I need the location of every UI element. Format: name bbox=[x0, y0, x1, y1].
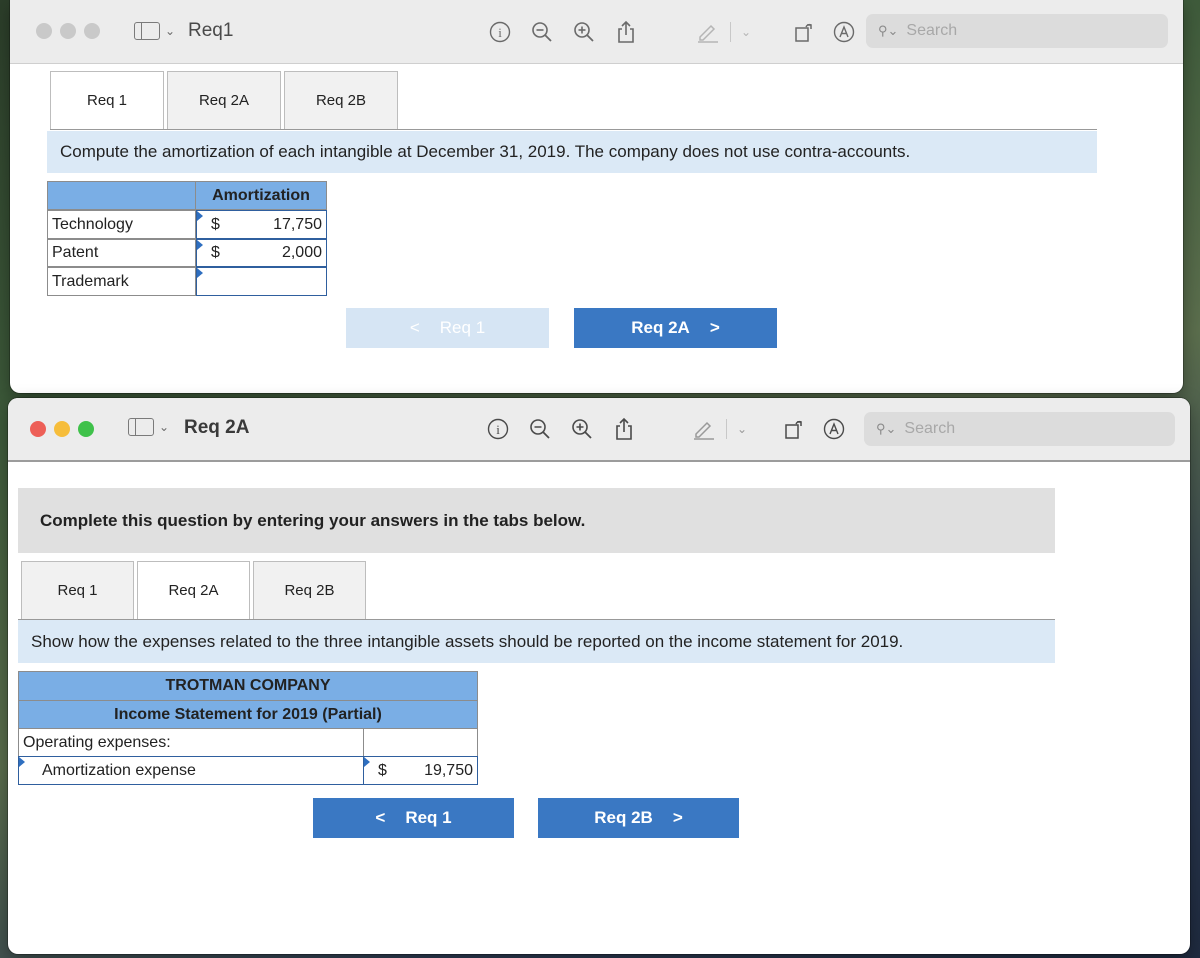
tab-divider bbox=[50, 129, 1097, 130]
share-icon[interactable] bbox=[612, 417, 636, 441]
search-input[interactable]: ⚲⌄ Search bbox=[866, 14, 1168, 48]
preview-window-req1: ⌄ Req1 i ⌄ ⚲⌄ Search Req 1 Req 2A Req 2B… bbox=[10, 0, 1183, 393]
search-icon: ⚲⌄ bbox=[876, 421, 897, 436]
chevron-left-icon: < bbox=[409, 318, 420, 337]
line-label: Amortization expense bbox=[42, 761, 196, 779]
instruction-text: Compute the amortization of each intangi… bbox=[47, 131, 1097, 173]
search-input[interactable]: ⚲⌄ Search bbox=[864, 412, 1175, 446]
entered-flag-icon bbox=[19, 757, 25, 767]
next-button-label: Req 2A bbox=[631, 318, 690, 337]
share-icon[interactable] bbox=[614, 20, 638, 44]
next-req-button[interactable]: Req 2A > bbox=[574, 308, 777, 348]
chevron-right-icon: > bbox=[709, 318, 720, 337]
close-button[interactable] bbox=[36, 23, 52, 39]
chevron-down-icon[interactable]: ⌄ bbox=[159, 420, 169, 434]
markup-chevron-icon[interactable]: ⌄ bbox=[737, 422, 747, 436]
traffic-lights bbox=[36, 23, 100, 39]
zoom-out-icon[interactable] bbox=[528, 417, 552, 441]
markup-chevron-icon[interactable]: ⌄ bbox=[741, 25, 751, 39]
chevron-down-icon[interactable]: ⌄ bbox=[165, 24, 175, 38]
markup-icons: ⌄ bbox=[696, 20, 751, 44]
table-corner bbox=[47, 181, 196, 210]
title-bar: ⌄ Req1 i ⌄ ⚲⌄ Search bbox=[10, 0, 1183, 64]
zoom-button[interactable] bbox=[84, 23, 100, 39]
statement-title: Income Statement for 2019 (Partial) bbox=[18, 700, 478, 729]
rotate-icon[interactable] bbox=[782, 417, 806, 441]
markup-icons: ⌄ bbox=[692, 417, 747, 441]
instruction-text: Show how the expenses related to the thr… bbox=[18, 620, 1055, 663]
zoom-out-icon[interactable] bbox=[530, 20, 554, 44]
minimize-button[interactable] bbox=[54, 421, 70, 437]
preview-window-req2a: ⌄ Req 2A i ⌄ ⚲⌄ Search Complete this que… bbox=[8, 398, 1190, 954]
amortization-expense-value: 19,750 bbox=[424, 761, 473, 779]
instructions-banner: Complete this question by entering your … bbox=[18, 488, 1055, 553]
zoom-button[interactable] bbox=[78, 421, 94, 437]
traffic-lights bbox=[30, 421, 94, 437]
section-operating-expenses: Operating expenses: bbox=[18, 728, 364, 757]
title-bar: ⌄ Req 2A i ⌄ ⚲⌄ Search bbox=[8, 398, 1190, 462]
tab-req-1[interactable]: Req 1 bbox=[21, 561, 134, 619]
toolbar-icons: i bbox=[486, 417, 636, 441]
row-label-trademark: Trademark bbox=[47, 267, 196, 296]
zoom-in-icon[interactable] bbox=[570, 417, 594, 441]
company-name: TROTMAN COMPANY bbox=[18, 671, 478, 701]
annotate-icon[interactable] bbox=[832, 20, 856, 44]
amortization-expense-amount-input[interactable]: $ 19,750 bbox=[363, 756, 478, 785]
zoom-in-icon[interactable] bbox=[572, 20, 596, 44]
markup-pen-icon[interactable] bbox=[696, 20, 720, 44]
tab-req-2a[interactable]: Req 2A bbox=[137, 561, 250, 619]
document-title: Req 2A bbox=[184, 417, 250, 438]
info-icon[interactable]: i bbox=[488, 20, 512, 44]
prev-req-button[interactable]: < Req 1 bbox=[346, 308, 549, 348]
markup-pen-icon[interactable] bbox=[692, 417, 716, 441]
close-button[interactable] bbox=[30, 421, 46, 437]
currency-symbol: $ bbox=[378, 761, 387, 779]
tab-req-2a[interactable]: Req 2A bbox=[167, 71, 281, 129]
trademark-amortization-input[interactable] bbox=[196, 267, 327, 296]
search-placeholder: Search bbox=[906, 22, 958, 39]
row-label-technology: Technology bbox=[47, 210, 196, 239]
tab-req-1[interactable]: Req 1 bbox=[50, 71, 164, 129]
row-label-patent: Patent bbox=[47, 239, 196, 267]
toolbar-divider bbox=[730, 22, 731, 42]
toolbar-divider bbox=[726, 419, 727, 439]
sidebar-toggle-icon[interactable] bbox=[134, 22, 160, 40]
annotate-icon[interactable] bbox=[822, 417, 846, 441]
svg-text:i: i bbox=[496, 422, 500, 437]
search-placeholder: Search bbox=[904, 420, 956, 437]
next-button-label: Req 2B bbox=[594, 808, 653, 827]
patent-value: 2,000 bbox=[281, 244, 322, 261]
rotate-icon[interactable] bbox=[792, 20, 816, 44]
patent-amortization-input[interactable]: $ 2,000 bbox=[196, 239, 327, 267]
minimize-button[interactable] bbox=[60, 23, 76, 39]
chevron-right-icon: > bbox=[672, 808, 683, 827]
window-action-icons bbox=[792, 20, 856, 44]
empty-cell bbox=[363, 728, 478, 757]
window-action-icons bbox=[782, 417, 846, 441]
amortization-header: Amortization bbox=[195, 181, 327, 210]
technology-value: 17,750 bbox=[273, 215, 322, 233]
tab-req-2b[interactable]: Req 2B bbox=[284, 71, 398, 129]
document-title: Req1 bbox=[188, 20, 234, 41]
prev-req-button[interactable]: < Req 1 bbox=[313, 798, 514, 838]
technology-amortization-input[interactable]: $ 17,750 bbox=[196, 210, 327, 239]
prev-button-label: Req 1 bbox=[405, 808, 452, 827]
svg-text:i: i bbox=[498, 25, 502, 40]
entered-flag-icon bbox=[364, 757, 370, 767]
prev-button-label: Req 1 bbox=[439, 318, 486, 337]
currency-symbol: $ bbox=[211, 244, 220, 261]
entered-flag-icon bbox=[197, 268, 203, 278]
entered-flag-icon bbox=[197, 211, 203, 221]
amortization-expense-label-input[interactable]: Amortization expense bbox=[18, 756, 364, 785]
search-icon: ⚲⌄ bbox=[878, 23, 899, 38]
currency-symbol: $ bbox=[211, 215, 220, 233]
entered-flag-icon bbox=[197, 240, 203, 250]
tab-req-2b[interactable]: Req 2B bbox=[253, 561, 366, 619]
toolbar-icons: i bbox=[488, 20, 638, 44]
chevron-left-icon: < bbox=[375, 808, 386, 827]
next-req-button[interactable]: Req 2B > bbox=[538, 798, 739, 838]
info-icon[interactable]: i bbox=[486, 417, 510, 441]
sidebar-toggle-icon[interactable] bbox=[128, 418, 154, 436]
